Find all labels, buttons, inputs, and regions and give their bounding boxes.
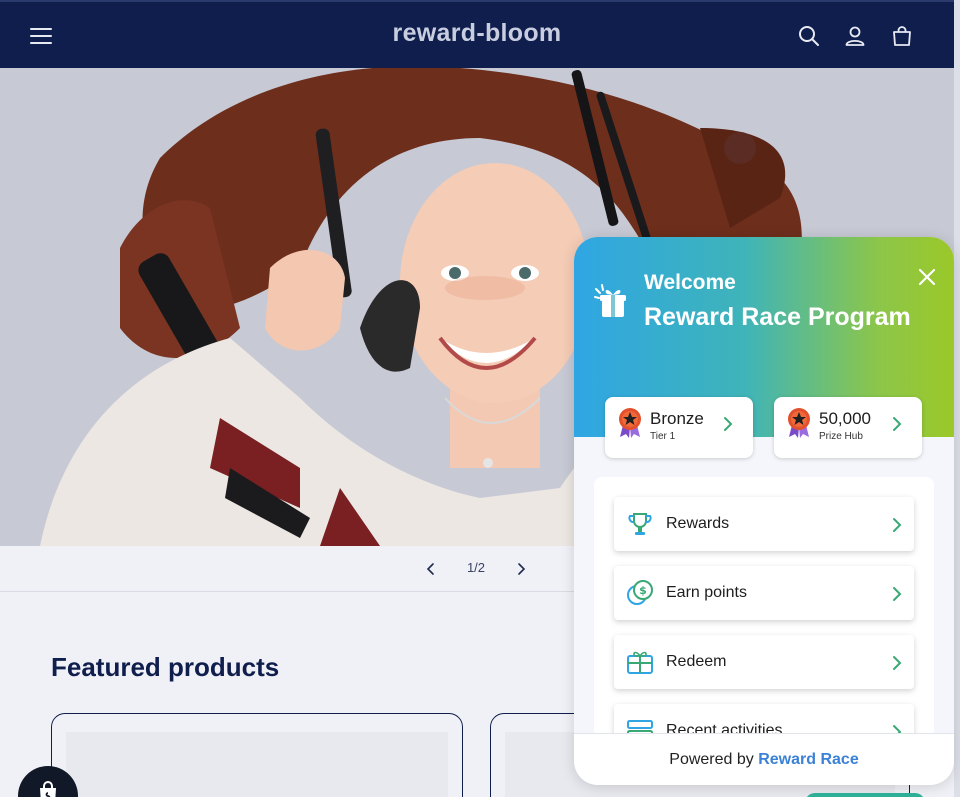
cart-icon[interactable] xyxy=(890,24,914,48)
chevron-right-icon xyxy=(721,415,735,438)
prize-value: 50,000 xyxy=(819,409,871,428)
chevron-left-icon[interactable] xyxy=(422,560,440,578)
prize-card[interactable]: 50,000 Prize Hub xyxy=(774,397,922,458)
chevron-right-icon xyxy=(890,654,904,677)
widget-menu: Rewards $ Earn points Redeem Recent acti… xyxy=(594,477,934,737)
menu-item-earn-points[interactable]: $ Earn points xyxy=(614,566,914,620)
menu-item-label: Redeem xyxy=(666,653,727,670)
featured-products-heading: Featured products xyxy=(51,652,280,682)
page-scrollbar[interactable] xyxy=(954,0,960,797)
menu-item-label: Earn points xyxy=(666,584,747,601)
menu-item-rewards[interactable]: Rewards xyxy=(614,497,914,551)
chevron-right-icon[interactable] xyxy=(512,560,530,578)
powered-by-text: Powered by Reward Race xyxy=(669,751,858,769)
chevron-right-icon xyxy=(890,516,904,539)
coins-icon: $ xyxy=(626,579,654,612)
tier-value: Bronze xyxy=(650,409,704,428)
widget-title: Reward Race Program xyxy=(644,303,911,331)
chevron-right-icon xyxy=(890,415,904,438)
chevron-right-icon xyxy=(890,585,904,608)
prize-label: Prize Hub xyxy=(819,431,863,442)
medal-icon xyxy=(617,407,643,444)
reward-widget: Welcome Reward Race Program Bronze Tier … xyxy=(574,237,954,785)
gift-box-icon xyxy=(626,648,654,681)
tier-label: Tier 1 xyxy=(650,431,676,442)
account-icon[interactable] xyxy=(843,24,867,48)
powered-by-prefix: Powered by xyxy=(669,751,754,768)
reward-race-link[interactable]: Reward Race xyxy=(758,751,859,768)
menu-item-redeem[interactable]: Redeem xyxy=(614,635,914,689)
floating-button[interactable] xyxy=(805,793,925,797)
product-card[interactable] xyxy=(51,713,463,797)
widget-footer: Powered by Reward Race xyxy=(574,733,954,785)
search-icon[interactable] xyxy=(797,24,821,48)
product-image-placeholder xyxy=(66,732,448,797)
shopping-bag-icon xyxy=(40,781,56,797)
menu-item-label: Rewards xyxy=(666,515,730,532)
slide-counter: 1/2 xyxy=(466,560,486,575)
site-header: reward-bloom xyxy=(0,0,954,68)
medal-icon xyxy=(786,407,812,444)
tier-card[interactable]: Bronze Tier 1 xyxy=(605,397,753,458)
gift-icon xyxy=(594,283,634,328)
widget-welcome: Welcome xyxy=(644,271,736,294)
trophy-icon xyxy=(626,510,654,543)
close-icon[interactable] xyxy=(917,267,937,287)
svg-text:$: $ xyxy=(639,584,647,597)
